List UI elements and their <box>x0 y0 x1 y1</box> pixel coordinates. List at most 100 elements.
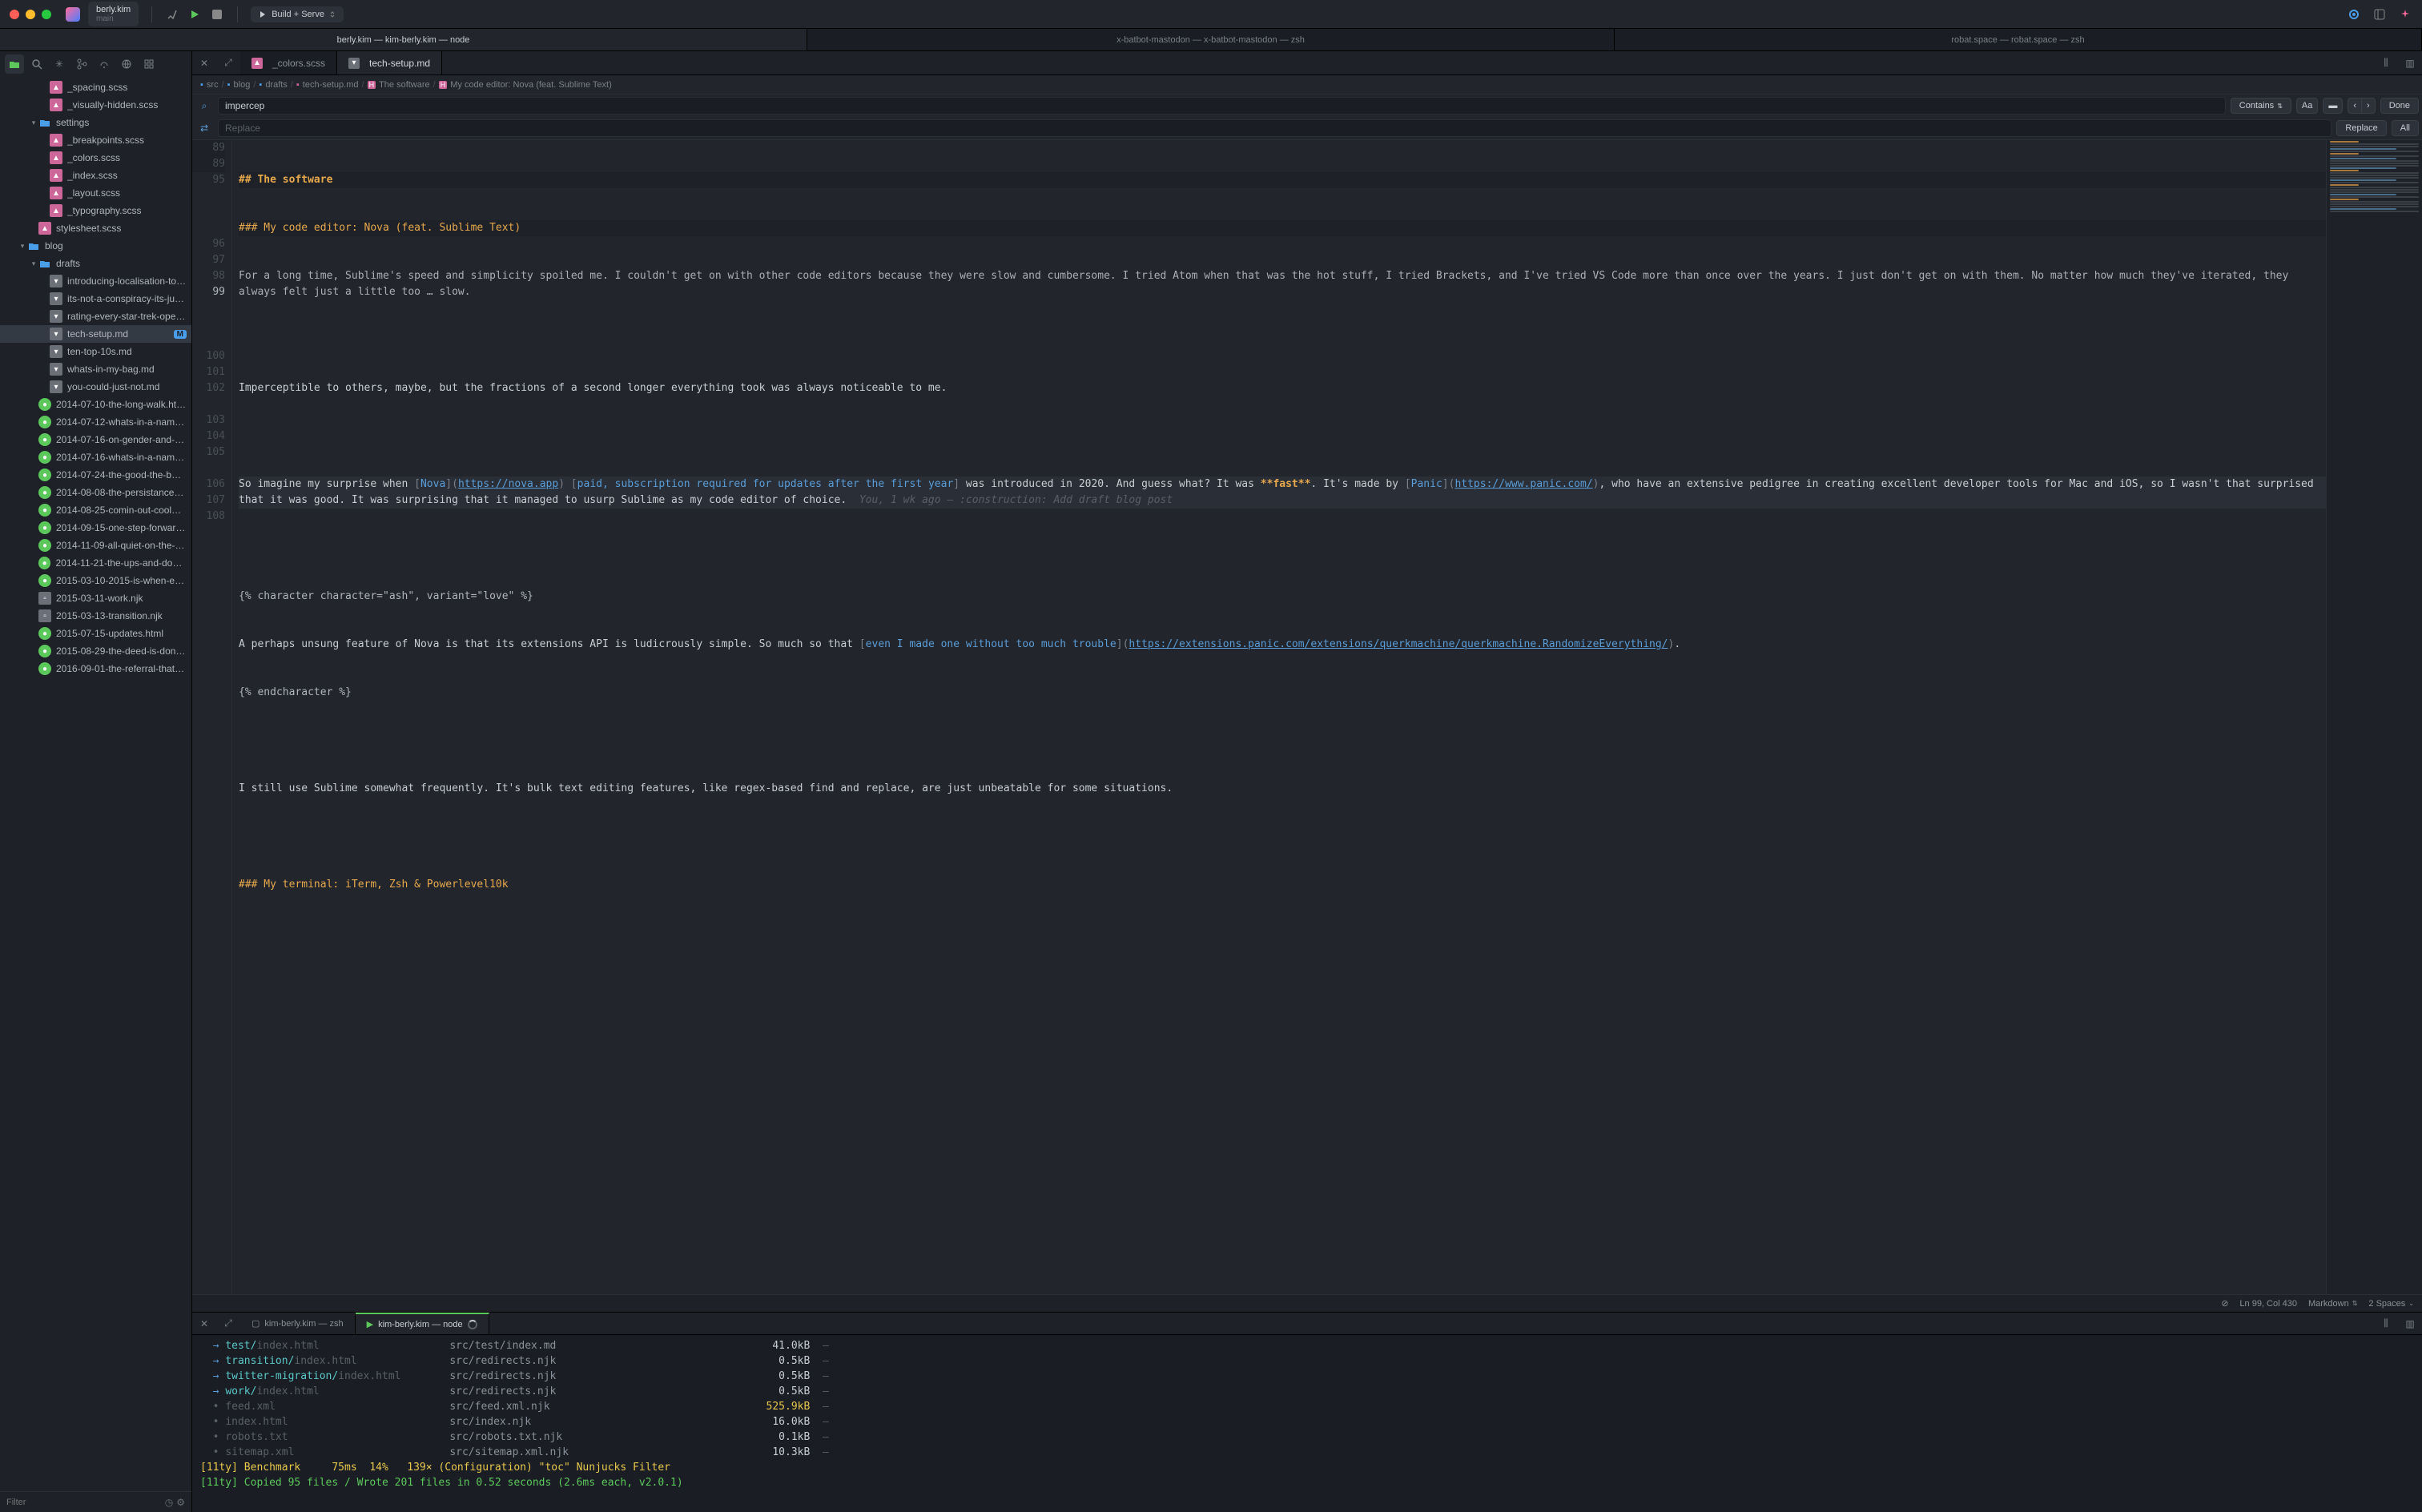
tree-folder[interactable]: ▾settings <box>0 114 191 131</box>
disclosure-icon[interactable]: ▾ <box>29 259 38 268</box>
tree-file[interactable]: ▾you-could-just-not.md <box>0 378 191 396</box>
tree-file[interactable]: ●2014-07-24-the-good-the-b… <box>0 466 191 484</box>
tree-folder[interactable]: ▾drafts <box>0 255 191 272</box>
tree-file[interactable]: ▲_spacing.scss <box>0 78 191 96</box>
breadcrumb-item[interactable]: HThe software <box>368 80 430 90</box>
split-icon[interactable]: ⫼ <box>2374 51 2398 74</box>
tree-file[interactable]: ●2014-07-10-the-long-walk.ht… <box>0 396 191 413</box>
close-window[interactable] <box>10 10 19 19</box>
find-input[interactable] <box>218 97 2226 115</box>
git-icon[interactable] <box>72 54 91 74</box>
tree-file[interactable]: ●2015-03-10-2015-is-when-e… <box>0 572 191 589</box>
replace-all-button[interactable]: All <box>2392 120 2419 136</box>
remote-icon[interactable] <box>95 54 114 74</box>
find-prev-icon[interactable]: ‹ <box>2348 98 2361 114</box>
tree-file[interactable]: ▲stylesheet.scss <box>0 219 191 237</box>
filter-clock-icon[interactable]: ◷ <box>165 1497 173 1508</box>
terminal-tab[interactable]: ▶ kim-berly.kim — node <box>356 1313 489 1334</box>
tree-file[interactable]: ▫2015-03-13-transition.njk <box>0 607 191 625</box>
sparkle-icon[interactable] <box>2398 7 2412 22</box>
preview-icon[interactable] <box>2347 7 2361 22</box>
tree-file[interactable]: ●2015-07-15-updates.html <box>0 625 191 642</box>
tree-file[interactable]: ●2014-07-16-on-gender-and-… <box>0 431 191 448</box>
tree-file[interactable]: ●2014-11-21-the-ups-and-dow… <box>0 554 191 572</box>
window-tab[interactable]: robat.space — robat.space — zsh <box>1615 29 2422 50</box>
replace-button[interactable]: Replace <box>2336 120 2386 136</box>
close-tab-icon[interactable]: ✕ <box>192 51 216 74</box>
disclosure-icon[interactable]: ▾ <box>29 119 38 127</box>
tree-file[interactable]: ▾ten-top-10s.md <box>0 343 191 360</box>
layout-icon[interactable]: ▥ <box>2398 51 2422 74</box>
project-card[interactable]: berly.kim main <box>88 2 139 26</box>
replace-input[interactable] <box>218 119 2331 137</box>
breadcrumb-item[interactable]: ▪drafts <box>259 80 287 90</box>
expand-tab-icon[interactable]: ⤢ <box>216 51 240 74</box>
tree-file[interactable]: ▾its-not-a-conspiracy-its-ju… <box>0 290 191 308</box>
run-icon[interactable] <box>187 7 202 22</box>
tree-file[interactable]: ●2014-08-08-the-persistance… <box>0 484 191 501</box>
breadcrumb-item[interactable]: ▪src <box>200 80 219 90</box>
issues-icon[interactable]: ⊘ <box>2221 1298 2228 1309</box>
terminal-tab[interactable]: ▢ kim-berly.kim — zsh <box>240 1313 356 1334</box>
tree-file[interactable]: ▲_colors.scss <box>0 149 191 167</box>
clips-icon[interactable] <box>139 54 159 74</box>
filter-gear-icon[interactable]: ⚙ <box>176 1497 185 1508</box>
disclosure-icon[interactable]: ▾ <box>18 242 27 251</box>
tree-file[interactable]: ●2015-08-29-the-deed-is-don… <box>0 642 191 660</box>
split-terminal-icon[interactable]: ⫼ <box>2374 1313 2398 1334</box>
tree-folder[interactable]: ▾blog <box>0 237 191 255</box>
breadcrumb-item[interactable]: ▪tech-setup.md <box>296 80 359 90</box>
cursor-position[interactable]: Ln 99, Col 430 <box>2239 1298 2297 1309</box>
minimap[interactable] <box>2326 140 2422 1294</box>
tree-file[interactable]: ▾introducing-localisation-to… <box>0 272 191 290</box>
language-select[interactable]: Markdown ⇅ <box>2308 1298 2357 1309</box>
publish-icon[interactable] <box>117 54 136 74</box>
tree-file[interactable]: ▲_layout.scss <box>0 184 191 202</box>
document-tab[interactable]: ▾ tech-setup.md <box>337 51 442 74</box>
tree-file[interactable]: ▲_visually-hidden.scss <box>0 96 191 114</box>
breadcrumb-item[interactable]: HMy code editor: Nova (feat. Sublime Tex… <box>439 80 612 90</box>
tree-file[interactable]: ●2014-08-25-comin-out-cool… <box>0 501 191 519</box>
minimize-window[interactable] <box>26 10 35 19</box>
code-content[interactable]: ## The software ### My code editor: Nova… <box>232 140 2326 1294</box>
done-button[interactable]: Done <box>2380 98 2419 114</box>
run-config-select[interactable]: Build + Serve <box>251 6 344 22</box>
tree-file[interactable]: ▾rating-every-star-trek-ope… <box>0 308 191 325</box>
breadcrumb-item[interactable]: ▪blog <box>227 80 251 90</box>
tree-file[interactable]: ▫2015-03-11-work.njk <box>0 589 191 607</box>
tree-file[interactable]: ▾whats-in-my-bag.md <box>0 360 191 378</box>
filter-input[interactable] <box>6 1498 162 1507</box>
case-sensitive-icon[interactable]: Aa <box>2296 98 2318 114</box>
files-icon[interactable] <box>5 54 24 74</box>
tree-file[interactable]: ▲_index.scss <box>0 167 191 184</box>
tree-file[interactable]: ●2014-07-16-whats-in-a-nam… <box>0 448 191 466</box>
stop-icon[interactable] <box>210 7 224 22</box>
tree-file[interactable]: ●2014-11-09-all-quiet-on-the-… <box>0 537 191 554</box>
expand-terminal-icon[interactable]: ⤢ <box>216 1313 240 1334</box>
code-editor[interactable]: 89 89 95 96 97 98 99 100 101 102 103 104 <box>192 140 2422 1294</box>
symbols-icon[interactable]: ✳ <box>50 54 69 74</box>
window-tab[interactable]: berly.kim — kim-berly.kim — node <box>0 29 807 50</box>
file-tree[interactable]: ▲_spacing.scss▲_visually-hidden.scss▾set… <box>0 77 191 1491</box>
tree-file[interactable]: ●2014-09-15-one-step-forwar… <box>0 519 191 537</box>
layout-terminal-icon[interactable]: ▥ <box>2398 1313 2422 1334</box>
tree-file[interactable]: ▲_breakpoints.scss <box>0 131 191 149</box>
panels-icon[interactable] <box>2372 7 2387 22</box>
tree-file[interactable]: ▾tech-setup.mdM <box>0 325 191 343</box>
close-terminal-icon[interactable]: ✕ <box>192 1313 216 1334</box>
find-icon: ⌕ <box>195 100 213 112</box>
zoom-window[interactable] <box>42 10 51 19</box>
build-icon[interactable] <box>165 7 179 22</box>
terminal-output[interactable]: → test/index.htmlsrc/test/index.md41.0kB… <box>192 1335 2422 1512</box>
tree-file[interactable]: ●2014-07-12-whats-in-a-nam… <box>0 413 191 431</box>
regex-icon[interactable]: ▬ <box>2323 98 2343 114</box>
tree-file[interactable]: ●2016-09-01-the-referral-that… <box>0 660 191 678</box>
search-icon[interactable] <box>27 54 46 74</box>
window-tab[interactable]: x-batbot-mastodon — x-batbot-mastodon — … <box>807 29 1615 50</box>
tree-file[interactable]: ▲_typography.scss <box>0 202 191 219</box>
indent-select[interactable]: 2 Spaces ⌄ <box>2368 1298 2414 1309</box>
folder-icon <box>38 257 51 270</box>
find-next-icon[interactable]: › <box>2361 98 2376 114</box>
document-tab[interactable]: ▲ _colors.scss <box>240 51 337 74</box>
find-mode-select[interactable]: Contains ⇅ <box>2231 98 2291 114</box>
